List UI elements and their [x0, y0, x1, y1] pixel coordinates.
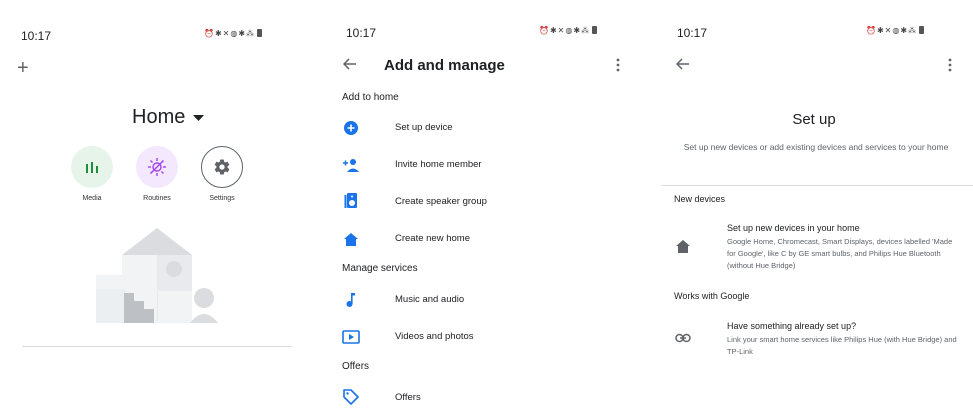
list-item-label: Create speaker group: [395, 196, 487, 207]
settings-button[interactable]: [201, 146, 243, 188]
list-item-label: Invite home member: [395, 159, 482, 170]
works-with-google-item[interactable]: Have something already set up? Link your…: [655, 318, 973, 362]
bars-icon: [86, 162, 98, 173]
media-button[interactable]: [71, 146, 113, 188]
speaker-icon: [342, 192, 360, 210]
status-icons: ⏰✱✕◍✱⁂: [539, 26, 598, 35]
works-with-google-description: Link your smart home services like Phili…: [727, 335, 957, 356]
home-screen: 10:17 ⏰✱✕◍✱⁂ + Home Media Routines Setti…: [0, 0, 320, 414]
list-item-invite-home-member[interactable]: Invite home member: [325, 153, 645, 177]
gear-icon: [214, 159, 230, 175]
add-circle-icon: [342, 119, 360, 137]
list-item-set-up-device[interactable]: Set up device: [325, 116, 645, 140]
page-title: Add and manage: [384, 57, 505, 74]
home-selector[interactable]: Home: [132, 106, 205, 129]
new-devices-title: Set up new devices in your home: [727, 223, 860, 233]
music-note-icon: [342, 291, 360, 309]
home-icon: [342, 230, 360, 248]
more-vert-icon[interactable]: [616, 58, 620, 72]
new-devices-item[interactable]: Set up new devices in your home Google H…: [655, 220, 973, 276]
list-item-music-and-audio[interactable]: Music and audio: [325, 288, 645, 312]
link-icon: [675, 333, 691, 343]
list-item-create-speaker-group[interactable]: Create speaker group: [325, 190, 645, 214]
status-icons: ⏰✱✕◍✱⁂: [204, 29, 263, 38]
list-item-label: Set up device: [395, 122, 453, 133]
status-icons: ⏰✱✕◍✱⁂: [866, 26, 925, 35]
section-works-with-google: Works with Google: [674, 291, 750, 301]
tag-icon: [342, 388, 360, 406]
works-with-google-title: Have something already set up?: [727, 321, 857, 331]
section-offers: Offers: [342, 361, 370, 372]
routines-label: Routines: [143, 195, 171, 202]
list-item-label: Music and audio: [395, 294, 465, 305]
list-item-offers[interactable]: Offers: [325, 386, 645, 410]
add-icon[interactable]: +: [17, 57, 29, 80]
video-icon: [342, 328, 360, 346]
section-new-devices: New devices: [674, 194, 726, 204]
person-add-icon: [342, 156, 360, 174]
back-arrow-icon[interactable]: [343, 58, 357, 70]
status-time: 10:17: [346, 26, 377, 40]
divider: [22, 346, 292, 347]
add-and-manage-screen: 10:17 ⏰✱✕◍✱⁂ Add and manage Add to home …: [325, 0, 645, 414]
divider: [661, 185, 973, 186]
home-title: Home: [132, 106, 186, 128]
list-item-videos-and-photos[interactable]: Videos and photos: [325, 325, 645, 349]
status-time: 10:17: [677, 26, 708, 40]
status-time: 10:17: [21, 29, 52, 43]
back-arrow-icon[interactable]: [676, 58, 690, 70]
home-icon: [676, 240, 690, 253]
sun-icon: [148, 158, 166, 176]
routines-button[interactable]: [136, 146, 178, 188]
list-item-label: Offers: [395, 392, 421, 403]
section-add-to-home: Add to home: [342, 92, 399, 103]
home-illustration: [96, 228, 218, 323]
set-up-screen: 10:17 ⏰✱✕◍✱⁂ Set up Set up new devices o…: [655, 0, 973, 414]
dropdown-arrow-icon: [193, 114, 205, 121]
page-title: Set up: [792, 111, 836, 128]
list-item-label: Videos and photos: [395, 331, 474, 342]
list-item-create-new-home[interactable]: Create new home: [325, 227, 645, 251]
list-item-label: Create new home: [395, 233, 470, 244]
settings-label: Settings: [209, 195, 235, 202]
section-manage-services: Manage services: [342, 263, 418, 274]
more-vert-icon[interactable]: [948, 58, 952, 72]
media-label: Media: [82, 195, 102, 202]
new-devices-description: Google Home, Chromecast, Smart Displays,…: [727, 237, 953, 270]
page-subtitle: Set up new devices or add existing devic…: [683, 142, 949, 152]
